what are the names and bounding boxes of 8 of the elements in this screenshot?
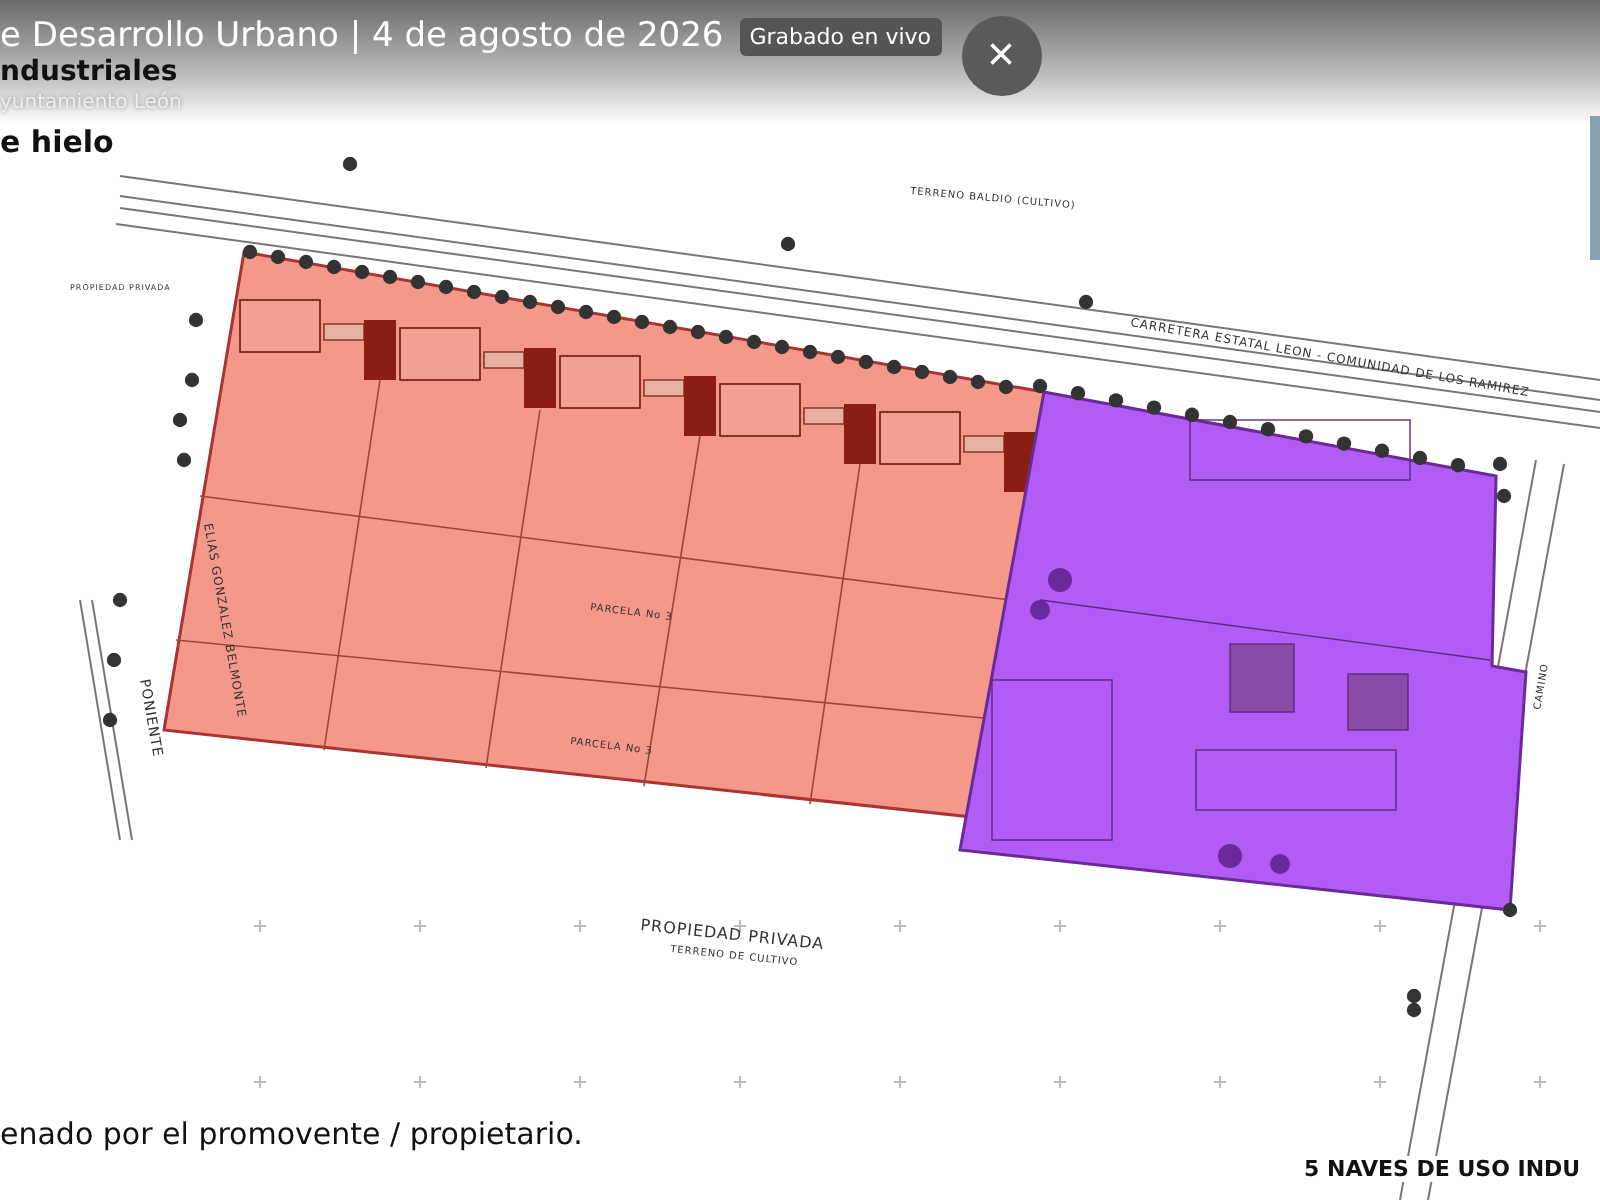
slide-caption: enado por el promovente / propietario. bbox=[0, 1116, 583, 1152]
live-badge: Grabado en vivo bbox=[739, 18, 941, 56]
plan-title: 5 NAVES DE USO INDU bbox=[1300, 1156, 1585, 1182]
slide-subheading: e hielo bbox=[0, 124, 114, 160]
close-button[interactable]: × bbox=[961, 16, 1041, 96]
meeting-title: e Desarrollo Urbano | 4 de agosto de 2026 bbox=[0, 16, 724, 56]
video-thumbnail bbox=[1590, 116, 1600, 260]
slide-heading: ndustriales bbox=[0, 56, 178, 88]
